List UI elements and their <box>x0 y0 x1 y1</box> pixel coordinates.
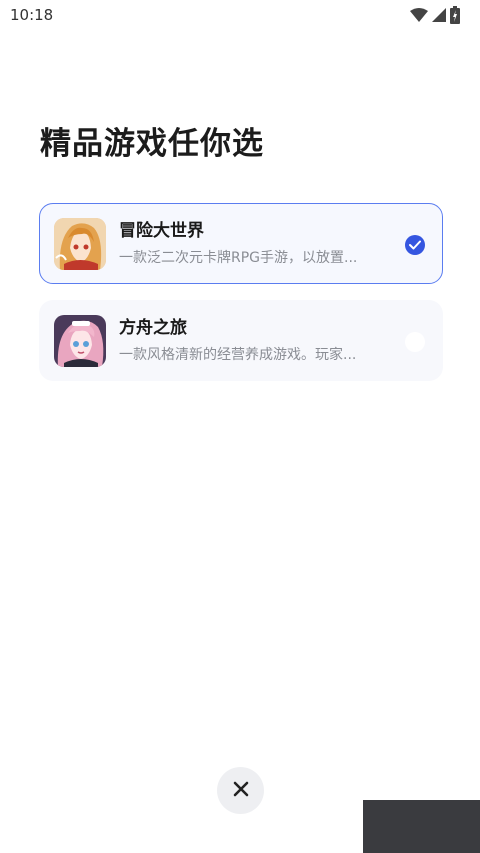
anime-girl-pink-thumbnail <box>54 314 106 367</box>
game-card-adventure[interactable]: 冒险大世界 一款泛二次元卡牌RPG手游，以放置... <box>39 203 443 284</box>
status-icons <box>410 6 460 24</box>
page-title: 精品游戏任你选 <box>40 126 264 162</box>
game-description: 一款泛二次元卡牌RPG手游，以放置... <box>119 250 358 266</box>
checkbox-checked-icon[interactable] <box>405 235 425 255</box>
screen: 10:18 精品游戏任你选 冒险大世界 一款泛二次元卡牌RPG手游，以放置...… <box>0 0 480 853</box>
close-icon <box>233 781 249 801</box>
status-time: 10:18 <box>10 6 54 24</box>
game-description: 一款风格清新的经营养成游戏。玩家... <box>119 347 357 363</box>
game-card-ark-journey[interactable]: 方舟之旅 一款风格清新的经营养成游戏。玩家... <box>39 300 443 381</box>
game-info: 冒险大世界 一款泛二次元卡牌RPG手游，以放置... <box>119 220 387 267</box>
anime-girl-blonde-thumbnail <box>54 217 106 270</box>
game-name: 冒险大世界 <box>119 221 204 241</box>
game-info: 方舟之旅 一款风格清新的经营养成游戏。玩家... <box>119 317 387 364</box>
signal-icon <box>432 8 446 22</box>
corner-overlay <box>363 800 480 853</box>
status-bar: 10:18 <box>0 0 480 30</box>
checkbox-unchecked-icon[interactable] <box>405 332 425 352</box>
game-list: 冒险大世界 一款泛二次元卡牌RPG手游，以放置... 方舟之旅 一款风格清新的经… <box>39 203 443 397</box>
game-name: 方舟之旅 <box>119 318 187 338</box>
close-button[interactable] <box>217 767 264 814</box>
battery-charging-icon <box>450 6 460 24</box>
wifi-icon <box>410 8 428 22</box>
